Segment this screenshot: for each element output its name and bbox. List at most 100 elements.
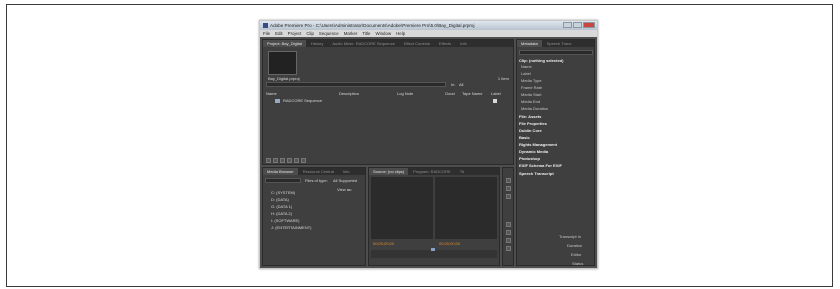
meta-field: Media End <box>521 99 541 104</box>
razor-tool-icon[interactable] <box>506 222 511 227</box>
transcript-field: Status <box>572 261 584 266</box>
close-button[interactable] <box>583 22 595 28</box>
media-browser-tabs: Media Browser Resource Central Info <box>263 168 365 175</box>
tab-media-browser[interactable]: Media Browser <box>263 168 298 175</box>
window-title: Adobe Premiere Pro - C:\Users\Administra… <box>270 23 475 28</box>
column-tape-name[interactable]: Tape Name <box>462 91 482 96</box>
section-file-properties[interactable]: File Properties <box>519 121 547 126</box>
project-thumbnail <box>268 51 297 75</box>
menu-clip[interactable]: Clip <box>306 30 314 37</box>
transcript-field: Duration <box>567 243 583 248</box>
project-search-field[interactable] <box>266 82 446 87</box>
transcript-field: Editor <box>571 252 582 257</box>
project-item-name: RADCORE Sequence <box>283 98 323 103</box>
tab-effect-controls[interactable]: Effect Controls <box>400 40 434 47</box>
title-bar: Adobe Premiere Pro - C:\Users\Administra… <box>260 21 597 30</box>
drive-dropdown[interactable] <box>265 178 301 183</box>
premiere-window: Adobe Premiere Pro - C:\Users\Administra… <box>259 20 598 269</box>
tab-project[interactable]: Project: Bay_Digital <box>263 40 306 47</box>
menu-project[interactable]: Project <box>288 30 302 37</box>
meta-field: Frame Rate <box>521 85 543 90</box>
tab-history[interactable]: History <box>307 40 327 47</box>
media-browser-panel: Media Browser Resource Central Info File… <box>262 167 366 266</box>
window-controls <box>563 22 595 28</box>
meta-field: Label <box>521 71 531 76</box>
icon-view-icon[interactable] <box>273 158 278 163</box>
project-panel: Project: Bay_Digital History Audio Mixer… <box>262 39 514 165</box>
clip-header[interactable]: Clip: (nothing selected) <box>519 58 563 63</box>
tab-effects[interactable]: Effects <box>435 40 455 47</box>
source-timecode[interactable]: 00;00;00;00 <box>373 241 394 246</box>
drive-item[interactable]: G: (DATA 1) <box>271 204 292 209</box>
ripple-edit-tool-icon[interactable] <box>506 194 511 199</box>
list-view-icon[interactable] <box>266 158 271 163</box>
meta-field: Media Duration <box>521 106 549 111</box>
metadata-search-field[interactable] <box>519 50 593 55</box>
hand-tool-icon[interactable] <box>506 238 511 243</box>
automate-icon[interactable] <box>280 158 285 163</box>
monitor-screen <box>371 177 433 239</box>
tab-resource-central[interactable]: Resource Central <box>299 168 338 175</box>
column-name[interactable]: Name <box>266 91 277 96</box>
menu-help[interactable]: Help <box>396 30 405 37</box>
monitor-tabs: Source: (no clips) Program: RADCORE Tit <box>369 168 499 175</box>
minimize-button[interactable] <box>563 22 572 28</box>
files-of-type-dropdown[interactable]: All Supported <box>333 178 357 183</box>
project-toolbar <box>266 158 316 164</box>
in-dropdown[interactable]: All <box>459 82 463 87</box>
section-photoshop[interactable]: Photoshop <box>519 156 540 161</box>
menu-bar: File Edit Project Clip Sequence Marker T… <box>260 30 597 37</box>
selection-tool-icon[interactable] <box>506 178 511 183</box>
section-basic[interactable]: Basic <box>519 135 530 140</box>
section-dublin-core[interactable]: Dublin Core <box>519 128 542 133</box>
column-description[interactable]: Description <box>339 91 359 96</box>
tools-panel <box>502 167 514 266</box>
column-label[interactable]: Label <box>491 91 501 96</box>
playhead-marker[interactable] <box>431 248 435 251</box>
menu-edit[interactable]: Edit <box>275 30 283 37</box>
find-icon[interactable] <box>287 158 292 163</box>
column-good[interactable]: Good <box>445 91 455 96</box>
tab-program[interactable]: Program: RADCORE <box>409 168 455 175</box>
program-timecode[interactable]: 00;00;00;00 <box>439 241 460 246</box>
menu-window[interactable]: Window <box>376 30 392 37</box>
zoom-tool-icon[interactable] <box>506 246 511 251</box>
track-select-tool-icon[interactable] <box>506 186 511 191</box>
tab-source[interactable]: Source: (no clips) <box>369 168 409 175</box>
label-color-swatch <box>493 99 497 103</box>
new-bin-icon[interactable] <box>294 158 299 163</box>
tab-metadata[interactable]: Metadata <box>517 40 542 47</box>
transcript-field: Transcript In <box>559 234 582 239</box>
section-exif[interactable]: EXIF Schema For EXIF <box>519 163 562 168</box>
drive-item[interactable]: J: (ENTERTAINMENT) <box>271 225 312 230</box>
tab-title[interactable]: Tit <box>456 168 468 175</box>
menu-title[interactable]: Title <box>362 30 370 37</box>
table-row[interactable]: RADCORE Sequence <box>266 98 511 104</box>
section-file[interactable]: File: Assets <box>519 114 541 119</box>
tab-speech-transcript[interactable]: Speech Trans <box>543 40 576 47</box>
section-rights-management[interactable]: Rights Management <box>519 142 557 147</box>
drive-item[interactable]: H: (DATA 2) <box>271 211 292 216</box>
section-speech-transcript[interactable]: Speech Transcript <box>519 171 554 176</box>
premiere-logo-icon <box>263 23 268 29</box>
drive-item[interactable]: C: (SYSTEM) <box>271 190 295 195</box>
tab-audio-mixer[interactable]: Audio Mixer: RADCORE Sequence <box>328 40 398 47</box>
drive-item[interactable]: D: (DATA) <box>271 197 289 202</box>
column-log-note[interactable]: Log Note <box>397 91 413 96</box>
pen-tool-icon[interactable] <box>506 230 511 235</box>
metadata-panel: Metadata Speech Trans Clip: (nothing sel… <box>516 39 595 266</box>
monitor-timeline-ruler[interactable] <box>371 250 497 258</box>
files-of-type-label: Files of type: <box>305 178 328 183</box>
sequence-icon <box>275 99 280 103</box>
meta-field: Media Type <box>521 78 542 83</box>
menu-sequence[interactable]: Sequence <box>319 30 339 37</box>
section-dynamic-media[interactable]: Dynamic Media <box>519 149 548 154</box>
tab-info[interactable]: Info <box>456 40 471 47</box>
menu-marker[interactable]: Marker <box>344 30 358 37</box>
menu-file[interactable]: File <box>263 30 270 37</box>
tab-mb-info[interactable]: Info <box>339 168 354 175</box>
drive-item[interactable]: I: (SOFTWARE) <box>271 218 300 223</box>
maximize-button[interactable] <box>573 22 582 28</box>
metadata-tabs: Metadata Speech Trans <box>517 40 594 47</box>
new-item-icon[interactable] <box>301 158 306 163</box>
